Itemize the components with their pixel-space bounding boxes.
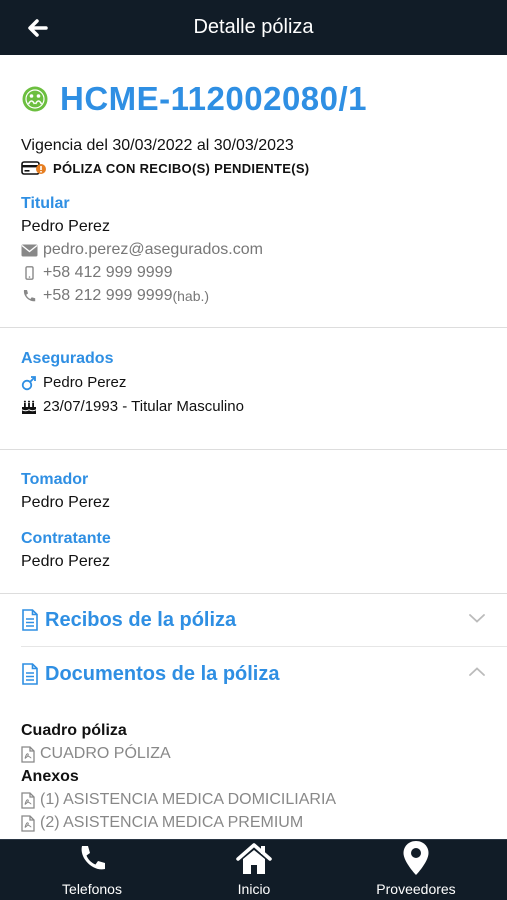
policy-detail-content[interactable]: HCME-112002080/1 Vigencia del 30/03/2022…	[0, 55, 507, 839]
birthday-cake-icon	[21, 399, 37, 415]
titular-name: Pedro Perez	[21, 218, 110, 235]
insured-name: Pedro Perez	[43, 374, 127, 391]
titular-mobile-text: +58 412 999 9999	[43, 264, 173, 281]
phone-icon	[75, 840, 109, 876]
tab-label: Telefonos	[62, 881, 122, 897]
tab-label: Inicio	[237, 881, 271, 897]
tab-proveedores[interactable]: Proveedores	[361, 840, 471, 900]
receipts-section-title: Recibos de la póliza	[45, 608, 237, 631]
documents-accordion-header[interactable]: Documentos de la póliza	[21, 659, 491, 689]
insured-detail: 23/07/1993 - Titular Masculino	[43, 398, 244, 415]
insured-name-row: Pedro Perez	[21, 374, 126, 391]
pdf-file-icon	[21, 745, 35, 763]
contratante-name: Pedro Perez	[21, 553, 110, 570]
anexo-link[interactable]: (2) ASISTENCIA MEDICA PREMIUM	[21, 814, 303, 832]
section-divider	[21, 646, 507, 647]
titular-phone[interactable]: +58 212 999 9999 (hab.)	[21, 287, 209, 305]
cuadro-poliza-text: CUADRO PÓLIZA	[40, 745, 171, 762]
tomador-name: Pedro Perez	[21, 494, 110, 511]
cuadro-poliza-link[interactable]: CUADRO PÓLIZA	[21, 745, 171, 763]
policy-header: HCME-112002080/1	[22, 77, 367, 121]
map-pin-icon	[402, 840, 430, 876]
asegurados-label: Asegurados	[21, 350, 114, 367]
chevron-down-icon	[469, 614, 485, 623]
anexos-heading: Anexos	[21, 768, 79, 785]
cuadro-poliza-heading: Cuadro póliza	[21, 722, 127, 739]
envelope-icon	[21, 244, 38, 256]
pdf-file-icon	[21, 791, 35, 809]
titular-phone-suffix: (hab.)	[172, 288, 210, 304]
section-divider	[0, 593, 507, 594]
section-divider	[0, 327, 507, 328]
titular-mobile[interactable]: +58 412 999 9999	[21, 264, 172, 282]
app-header: Detalle póliza	[0, 0, 507, 55]
titular-phone-text: +58 212 999 9999	[43, 287, 173, 304]
tab-inicio[interactable]: Inicio	[204, 840, 304, 900]
chevron-up-icon	[469, 667, 485, 676]
tomador-label: Tomador	[21, 471, 89, 488]
titular-email-text: pedro.perez@asegurados.com	[43, 241, 263, 258]
anexo-text: (2) ASISTENCIA MEDICA PREMIUM	[40, 814, 304, 831]
titular-label: Titular	[21, 195, 70, 212]
policy-number: HCME-112002080/1	[60, 80, 368, 117]
tab-label: Proveedores	[376, 881, 456, 897]
pending-receipts-notice: PÓLIZA CON RECIBO(S) PENDIENTE(S)	[21, 160, 309, 176]
anexo-text: (1) ASISTENCIA MEDICA DOMICILIARIA	[40, 791, 337, 808]
contratante-label: Contratante	[21, 530, 111, 547]
receipts-accordion-header[interactable]: Recibos de la póliza	[21, 605, 491, 635]
mobile-phone-icon	[25, 266, 34, 280]
pending-receipt-icon	[21, 161, 46, 175]
policy-validity: Vigencia del 30/03/2022 al 30/03/2023	[21, 137, 294, 154]
tab-telefonos[interactable]: Telefonos	[42, 840, 142, 900]
male-gender-icon	[21, 375, 37, 391]
phone-icon	[23, 290, 36, 302]
document-icon	[22, 609, 38, 631]
anexo-link[interactable]: (1) ASISTENCIA MEDICA DOMICILIARIA	[21, 791, 336, 809]
bottom-tab-bar: Telefonos Inicio Proveedores	[0, 839, 507, 900]
documents-section-title: Documentos de la póliza	[45, 662, 280, 685]
pdf-file-icon	[21, 814, 35, 832]
insured-detail-row: 23/07/1993 - Titular Masculino	[21, 398, 244, 415]
home-icon	[234, 840, 274, 876]
section-divider	[0, 449, 507, 450]
page-title: Detalle póliza	[193, 16, 314, 38]
pending-receipts-text: PÓLIZA CON RECIBO(S) PENDIENTE(S)	[53, 160, 310, 176]
document-icon	[22, 663, 38, 685]
health-policy-icon	[22, 86, 48, 112]
titular-email[interactable]: pedro.perez@asegurados.com	[21, 241, 263, 259]
